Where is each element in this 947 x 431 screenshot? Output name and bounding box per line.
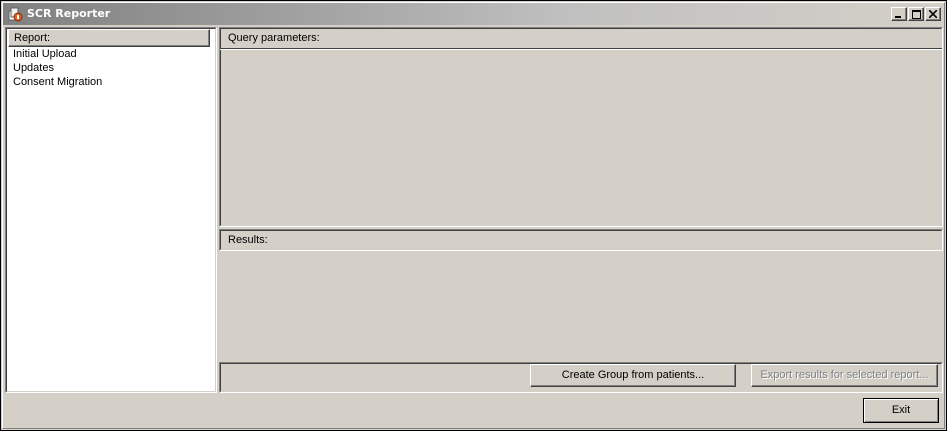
close-button[interactable]	[925, 7, 941, 21]
minimize-icon	[895, 16, 901, 18]
report-list-items: Initial Upload Updates Consent Migration	[13, 47, 102, 89]
query-parameters-border	[220, 28, 942, 226]
results-header: Results:	[228, 234, 268, 246]
report-list[interactable]: Report: Initial Upload Updates Consent M…	[5, 27, 217, 393]
report-item-updates[interactable]: Updates	[13, 61, 102, 75]
create-group-button[interactable]: Create Group from patients...	[530, 364, 736, 387]
minimize-button[interactable]	[891, 7, 907, 21]
scr-reporter-window: SCR Reporter Report: Initial Upload Upda…	[0, 0, 947, 431]
exit-button[interactable]: Exit	[863, 398, 939, 423]
query-parameters-header: Query parameters:	[220, 28, 942, 49]
query-parameters-panel: Query parameters:	[219, 27, 943, 227]
scr-reporter-app-icon[interactable]	[7, 6, 23, 22]
title-bar[interactable]: SCR Reporter	[3, 3, 944, 25]
results-panel-header-box: Results:	[219, 229, 943, 251]
report-item-initial-upload[interactable]: Initial Upload	[13, 47, 102, 61]
window-title: SCR Reporter	[27, 7, 111, 20]
report-list-header[interactable]: Report:	[8, 29, 210, 47]
maximize-button[interactable]	[908, 7, 924, 21]
export-results-button[interactable]: Export results for selected report...	[751, 364, 938, 387]
maximize-icon	[911, 9, 921, 19]
report-item-consent-migration[interactable]: Consent Migration	[13, 75, 102, 89]
close-icon	[929, 10, 937, 18]
